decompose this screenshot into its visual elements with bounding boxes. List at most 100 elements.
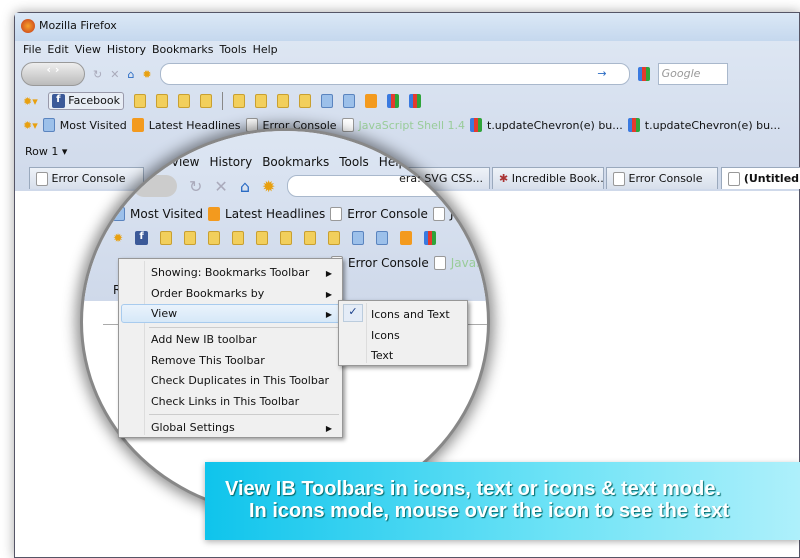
menu-tools[interactable]: Tools bbox=[339, 155, 369, 169]
menu-bar: File Edit View History Bookmarks Tools H… bbox=[23, 41, 284, 57]
folder-icon[interactable] bbox=[208, 231, 221, 245]
google-icon[interactable] bbox=[424, 231, 437, 245]
search-input[interactable]: Google bbox=[657, 63, 728, 85]
caption-banner: View IB Toolbars in icons, text or icons… bbox=[205, 462, 800, 540]
page-icon bbox=[433, 256, 446, 270]
ib-sun-icon[interactable]: ✹ bbox=[262, 177, 275, 196]
checkmark-icon: ✓ bbox=[343, 304, 363, 322]
google-engine-icon[interactable] bbox=[637, 67, 650, 81]
reload-icon[interactable]: ↻ bbox=[93, 68, 102, 81]
separator bbox=[221, 92, 223, 110]
page-icon bbox=[613, 172, 625, 186]
google-icon bbox=[627, 118, 640, 132]
page-icon bbox=[341, 118, 354, 132]
menu-item-order[interactable]: Order Bookmarks by bbox=[151, 287, 264, 300]
folder-icon[interactable] bbox=[177, 94, 190, 108]
bookmark-most-visited[interactable]: Most Visited bbox=[60, 119, 127, 132]
menu-help[interactable]: Help bbox=[379, 155, 406, 169]
google-icon[interactable] bbox=[386, 94, 399, 108]
folder-icon[interactable] bbox=[133, 94, 146, 108]
folder-icon[interactable] bbox=[160, 231, 173, 245]
go-arrow-icon[interactable]: → bbox=[597, 67, 606, 80]
search-bookmark-icon[interactable] bbox=[376, 231, 389, 245]
google-icon bbox=[470, 118, 482, 132]
firefox-logo-icon bbox=[21, 19, 35, 33]
view-submenu: ✓ Icons and Text Icons Text bbox=[338, 300, 468, 366]
forward-button[interactable] bbox=[133, 175, 177, 197]
bookmarks-toolbar: ✹▾ f Facebook bbox=[23, 91, 421, 111]
folder-icon[interactable] bbox=[155, 94, 168, 108]
folder-icon[interactable] bbox=[304, 231, 317, 245]
url-bar[interactable]: → bbox=[159, 63, 630, 85]
menu-history[interactable]: History bbox=[107, 43, 146, 56]
tab-incredible-book[interactable]: ✱ Incredible Book... bbox=[492, 167, 604, 189]
menu-bookmarks[interactable]: Bookmarks bbox=[152, 43, 213, 56]
menu-item-showing[interactable]: Showing: Bookmarks Toolbar bbox=[151, 266, 309, 279]
stop-icon[interactable]: ✕ bbox=[110, 68, 119, 81]
menu-item-remove-toolbar[interactable]: Remove This Toolbar bbox=[151, 354, 265, 367]
google-icon[interactable] bbox=[408, 94, 421, 108]
ib-sun-icon[interactable]: ✹ bbox=[142, 68, 151, 81]
reload-icon[interactable]: ↻ bbox=[189, 177, 202, 196]
bookmark-update-chevron[interactable]: t.updateChevron(e) bu... bbox=[645, 119, 781, 132]
page-icon bbox=[432, 207, 445, 221]
ib-menu-icon[interactable]: ✹ bbox=[113, 231, 123, 245]
home-icon[interactable]: ⌂ bbox=[127, 68, 134, 81]
submenu-arrow-icon: ▶ bbox=[325, 269, 332, 278]
search-bookmark-icon[interactable] bbox=[342, 94, 355, 108]
page-icon bbox=[330, 207, 343, 221]
bookmark-latest-headlines[interactable]: Latest Headlines bbox=[149, 119, 241, 132]
magnified-icon-row: ✹ f bbox=[113, 231, 437, 245]
submenu-icons[interactable]: Icons bbox=[371, 329, 400, 342]
menu-view[interactable]: View bbox=[75, 43, 101, 56]
folder-icon[interactable] bbox=[298, 94, 311, 108]
bookmark-facebook[interactable]: f Facebook bbox=[47, 92, 124, 110]
folder-icon[interactable] bbox=[199, 94, 212, 108]
folder-icon[interactable] bbox=[184, 231, 197, 245]
menu-file[interactable]: File bbox=[23, 43, 41, 56]
menu-help[interactable]: Help bbox=[253, 43, 278, 56]
row-selector[interactable]: Row 1 ▾ bbox=[25, 145, 67, 158]
home-icon[interactable]: ⌂ bbox=[240, 177, 250, 196]
bookmark-javascript-shell[interactable]: JavaScript Shell 1.4 bbox=[359, 119, 465, 132]
tab-untitled[interactable]: (Untitled) bbox=[721, 167, 800, 189]
submenu-arrow-icon: ▶ bbox=[325, 310, 332, 319]
folder-icon[interactable] bbox=[254, 94, 267, 108]
folder-icon[interactable] bbox=[232, 94, 245, 108]
context-menu-gutter bbox=[144, 261, 145, 435]
most-visited-icon bbox=[113, 207, 125, 221]
magnified-ib-row-2: Error Console JavaSc bbox=[331, 256, 487, 270]
bookmark-update-chevron[interactable]: t.updateChevron(e) bu... bbox=[487, 119, 623, 132]
menu-view[interactable]: View bbox=[171, 155, 199, 169]
menu-item-add-toolbar[interactable]: Add New IB toolbar bbox=[151, 333, 257, 346]
most-visited-icon bbox=[42, 118, 55, 132]
tab-error-console-2[interactable]: Error Console bbox=[606, 167, 718, 189]
window-title: Mozilla Firefox bbox=[39, 19, 117, 32]
submenu-icons-and-text[interactable]: Icons and Text bbox=[371, 308, 450, 321]
ib-menu-icon[interactable]: ✹▾ bbox=[23, 95, 38, 108]
rss-icon[interactable] bbox=[400, 231, 413, 245]
ib-menu-icon[interactable]: ✹▾ bbox=[23, 119, 38, 132]
search-bookmark-icon[interactable] bbox=[352, 231, 365, 245]
folder-icon[interactable] bbox=[276, 94, 289, 108]
facebook-icon[interactable]: f bbox=[135, 231, 149, 245]
menu-item-check-duplicates[interactable]: Check Duplicates in This Toolbar bbox=[151, 374, 329, 387]
menu-tools[interactable]: Tools bbox=[219, 43, 246, 56]
menu-edit[interactable]: Edit bbox=[47, 43, 68, 56]
submenu-text[interactable]: Text bbox=[371, 349, 393, 362]
back-forward-button[interactable]: ‹ › bbox=[21, 62, 85, 86]
menu-item-global-settings[interactable]: Global Settings bbox=[151, 421, 235, 434]
caption-line-2: In icons mode, mouse over the icon to se… bbox=[249, 500, 730, 522]
asterisk-icon: ✱ bbox=[499, 172, 509, 185]
rss-icon[interactable] bbox=[364, 94, 377, 108]
folder-icon[interactable] bbox=[280, 231, 293, 245]
menu-item-check-links[interactable]: Check Links in This Toolbar bbox=[151, 395, 299, 408]
separator bbox=[149, 414, 339, 415]
folder-icon[interactable] bbox=[232, 231, 245, 245]
folder-icon[interactable] bbox=[256, 231, 269, 245]
search-bookmark-icon[interactable] bbox=[320, 94, 333, 108]
menu-history[interactable]: History bbox=[209, 155, 252, 169]
menu-bookmarks[interactable]: Bookmarks bbox=[262, 155, 329, 169]
folder-icon[interactable] bbox=[328, 231, 341, 245]
stop-icon[interactable]: ✕ bbox=[214, 177, 227, 196]
